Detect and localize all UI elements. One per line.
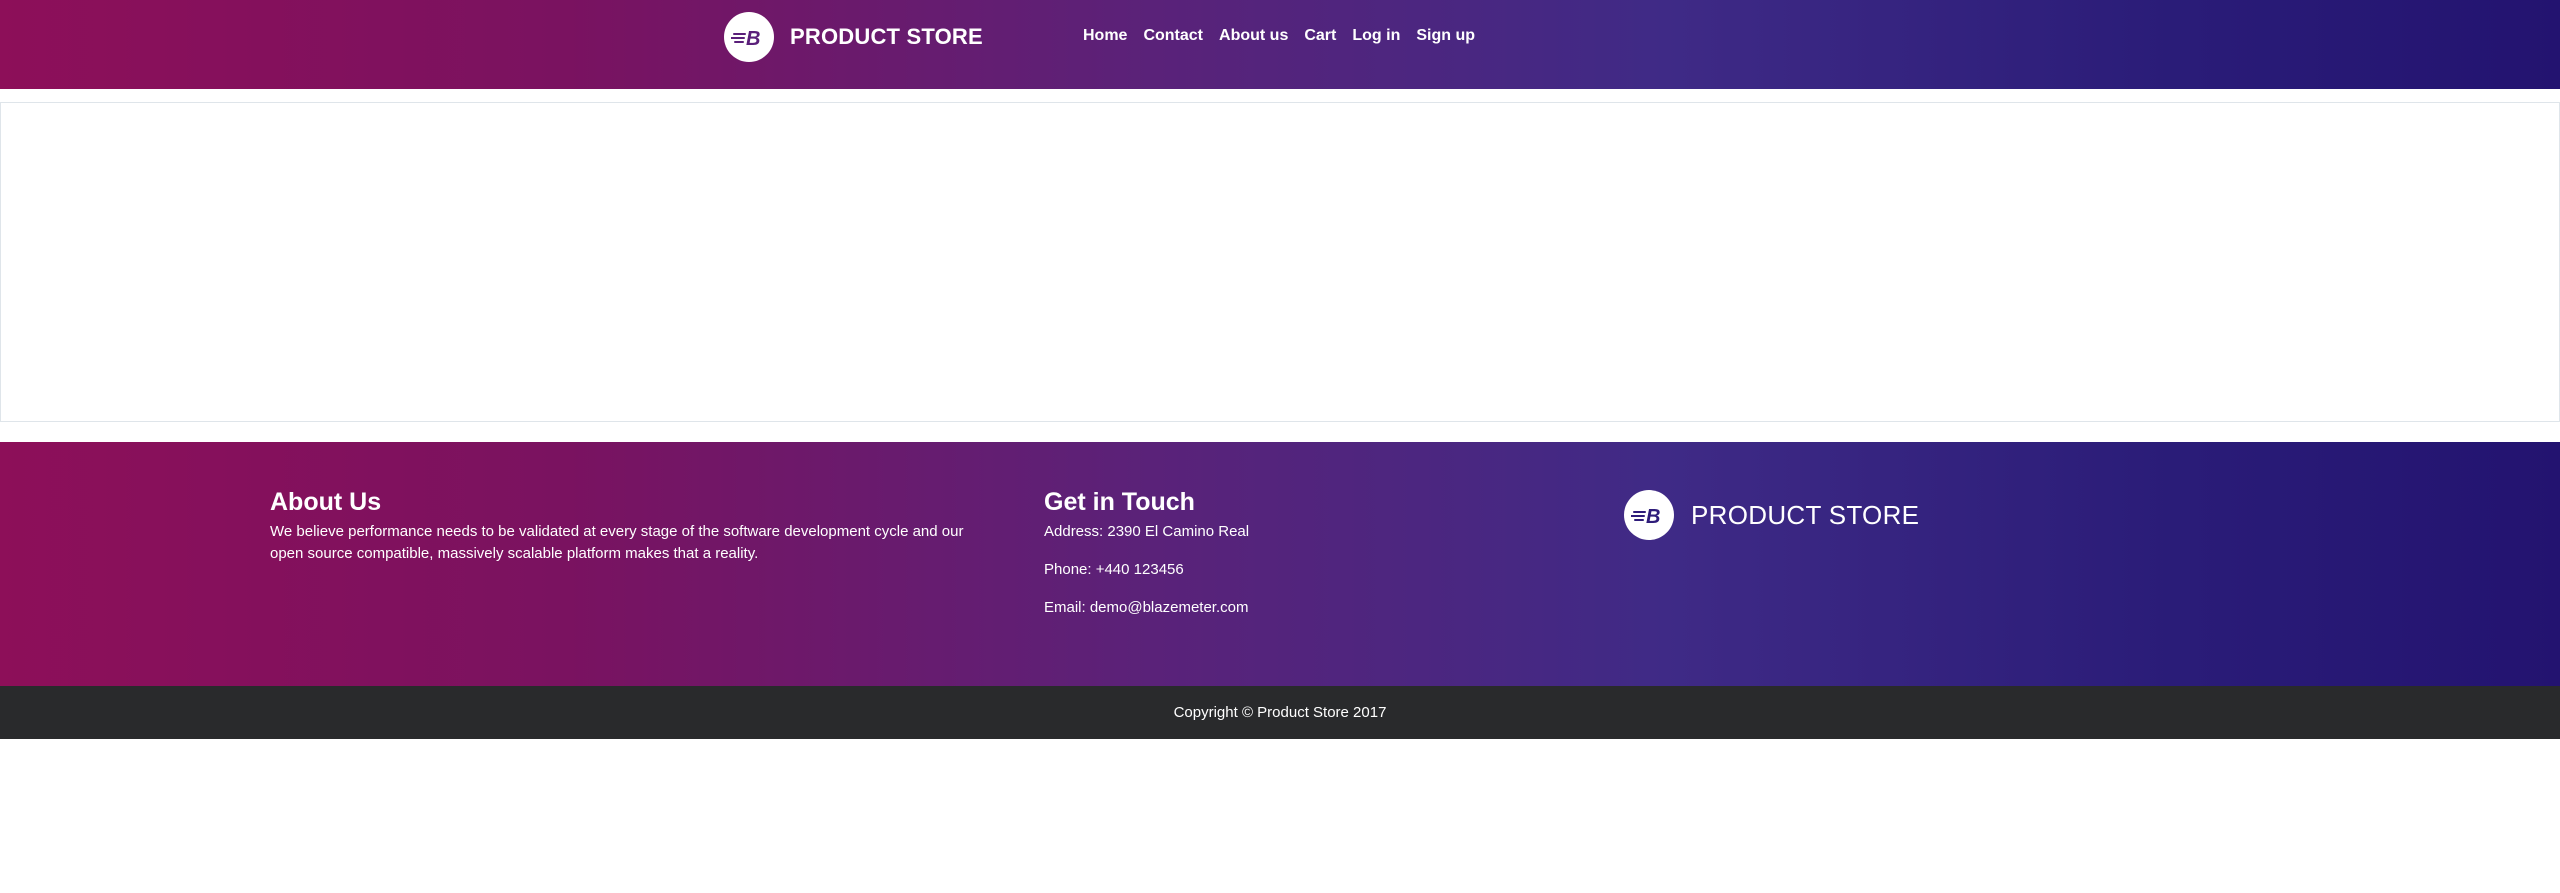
nav-link-cart[interactable]: Cart bbox=[1304, 27, 1336, 45]
blazemeter-logo-icon: B bbox=[724, 12, 774, 62]
main-content-panel bbox=[0, 102, 2560, 422]
footer-email: Email: demo@blazemeter.com bbox=[1044, 599, 1249, 616]
footer-about-title: About Us bbox=[270, 488, 382, 516]
copyright-text: Copyright © Product Store 2017 bbox=[1173, 704, 1387, 721]
nav-link-log-in[interactable]: Log in bbox=[1352, 27, 1400, 45]
footer-brand: B PRODUCT STORE bbox=[1624, 490, 1919, 540]
svg-text:B: B bbox=[746, 28, 760, 49]
main-nav: Home Contact About us Cart Log in Sign u… bbox=[1083, 24, 1491, 48]
nav-link-home[interactable]: Home bbox=[1083, 27, 1127, 45]
footer-phone: Phone: +440 123456 bbox=[1044, 561, 1184, 578]
footer-about-section: About Us We believe performance needs to… bbox=[270, 487, 990, 565]
copyright-bar: Copyright © Product Store 2017 bbox=[0, 686, 2560, 739]
footer-about-text: We believe performance needs to be valid… bbox=[270, 523, 964, 562]
brand-link[interactable]: B PRODUCT STORE bbox=[724, 12, 983, 62]
footer-brand-name: PRODUCT STORE bbox=[1691, 499, 1920, 530]
svg-text:B: B bbox=[1646, 506, 1660, 527]
footer-contact-title: Get in Touch bbox=[1044, 488, 1195, 516]
blazemeter-logo-icon: B bbox=[1624, 490, 1674, 540]
footer-address: Address: 2390 El Camino Real bbox=[1044, 523, 1250, 540]
brand-name: PRODUCT STORE bbox=[790, 24, 983, 49]
nav-link-about-us[interactable]: About us bbox=[1219, 27, 1288, 45]
footer-contact-section: Get in Touch Address: 2390 El Camino Rea… bbox=[1044, 487, 1444, 619]
footer: About Us We believe performance needs to… bbox=[0, 442, 2560, 686]
nav-link-contact[interactable]: Contact bbox=[1143, 27, 1203, 45]
top-navbar: B PRODUCT STORE Home Contact About us Ca… bbox=[0, 0, 2560, 89]
nav-link-sign-up[interactable]: Sign up bbox=[1416, 27, 1475, 45]
